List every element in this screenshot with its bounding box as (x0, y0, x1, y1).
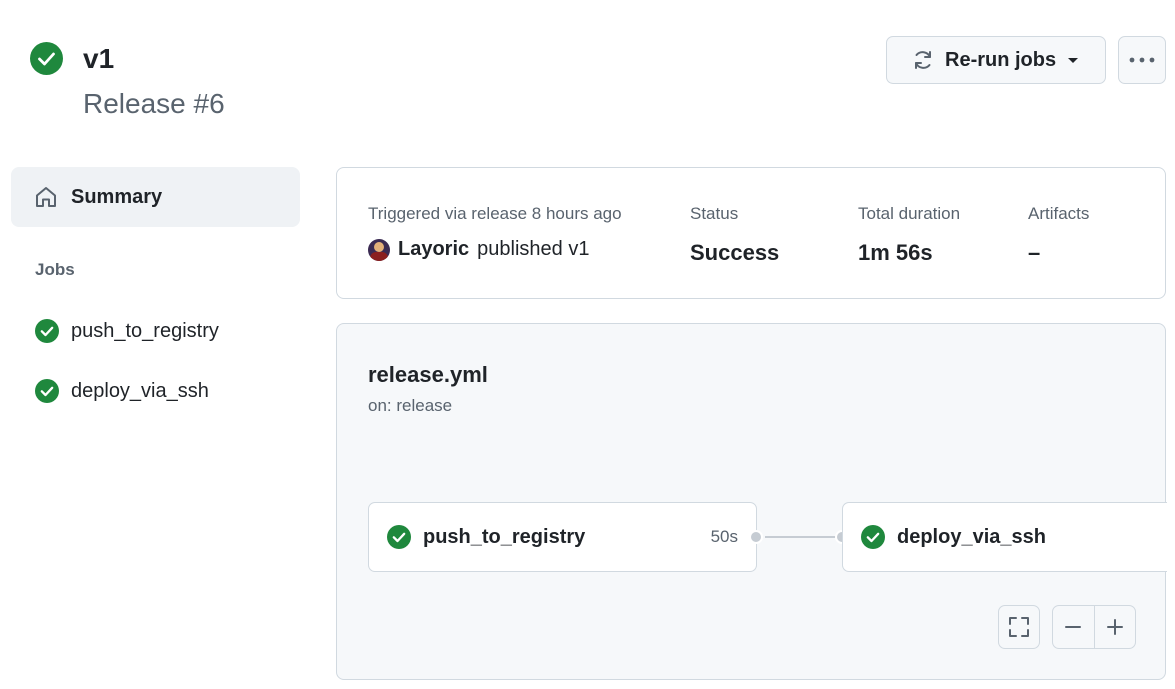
check-circle-icon (35, 319, 59, 343)
trigger-text: Triggered via release 8 hours ago (368, 204, 622, 223)
sidebar-item-label: Summary (71, 185, 163, 208)
artifacts-label: Artifacts (1028, 204, 1090, 223)
status-label: Status (690, 204, 739, 223)
dash-icon (1065, 626, 1082, 628)
jobs-heading: Jobs (35, 260, 75, 279)
zoom-out-button[interactable] (1053, 606, 1094, 648)
sidebar-job-label: push_to_registry (71, 319, 219, 342)
workflow-file-name: release.yml (368, 362, 488, 387)
fullscreen-button[interactable] (998, 605, 1040, 649)
zoom-in-button[interactable] (1094, 606, 1135, 648)
sidebar-job-push-to-registry[interactable]: push_to_registry (35, 316, 219, 346)
graph-job-label: deploy_via_ssh (897, 525, 1046, 548)
graph-job-label: push_to_registry (423, 525, 586, 548)
trigger-action: published v1 (477, 238, 590, 260)
sync-icon (915, 51, 931, 69)
plus-icon (1106, 619, 1123, 635)
workflow-graph[interactable]: release.yml on: release push_to_registry… (336, 323, 1167, 680)
sidebar-job-deploy-via-ssh[interactable]: deploy_via_ssh (35, 376, 209, 406)
graph-job-push-to-registry[interactable]: push_to_registry 50s (368, 502, 757, 572)
check-circle-icon (387, 525, 411, 549)
sidebar-item-summary[interactable]: Summary (11, 167, 300, 227)
avatar[interactable] (368, 238, 390, 261)
check-circle-icon (30, 42, 63, 75)
zoom-controls (1052, 605, 1136, 649)
connector-line (765, 536, 843, 538)
check-circle-icon (35, 379, 59, 403)
kebab-horizontal-icon (1129, 57, 1155, 63)
artifacts-value: – (1028, 240, 1041, 265)
run-title: v1 (83, 43, 115, 74)
trigger-actor-row: Layoric published v1 (368, 238, 589, 261)
screen-full-icon (1009, 617, 1029, 637)
duration-value: 1m 56s (858, 240, 933, 265)
rerun-jobs-label: Re-run jobs (945, 48, 1057, 71)
rerun-jobs-button[interactable]: Re-run jobs (886, 36, 1106, 84)
graph-job-deploy-via-ssh[interactable]: deploy_via_ssh (842, 502, 1167, 572)
home-icon (36, 187, 56, 207)
status-value: Success (690, 240, 780, 265)
workflow-trigger: on: release (368, 396, 453, 415)
sidebar-job-label: deploy_via_ssh (71, 379, 209, 402)
run-summary-card: Triggered via release 8 hours ago Layori… (336, 167, 1166, 299)
workflow-run-page: v1 Release #6 Re-run jobs Summary Jobs p… (0, 0, 1175, 689)
duration-label: Total duration (858, 204, 961, 223)
more-options-button[interactable] (1118, 36, 1166, 84)
actor-link[interactable]: Layoric (398, 238, 469, 261)
triangle-down-icon (1068, 58, 1079, 63)
graph-job-duration: 50s (710, 527, 738, 546)
connector-dot-out (749, 530, 763, 544)
run-subtitle: Release #6 (83, 88, 225, 119)
check-circle-icon (861, 525, 885, 549)
